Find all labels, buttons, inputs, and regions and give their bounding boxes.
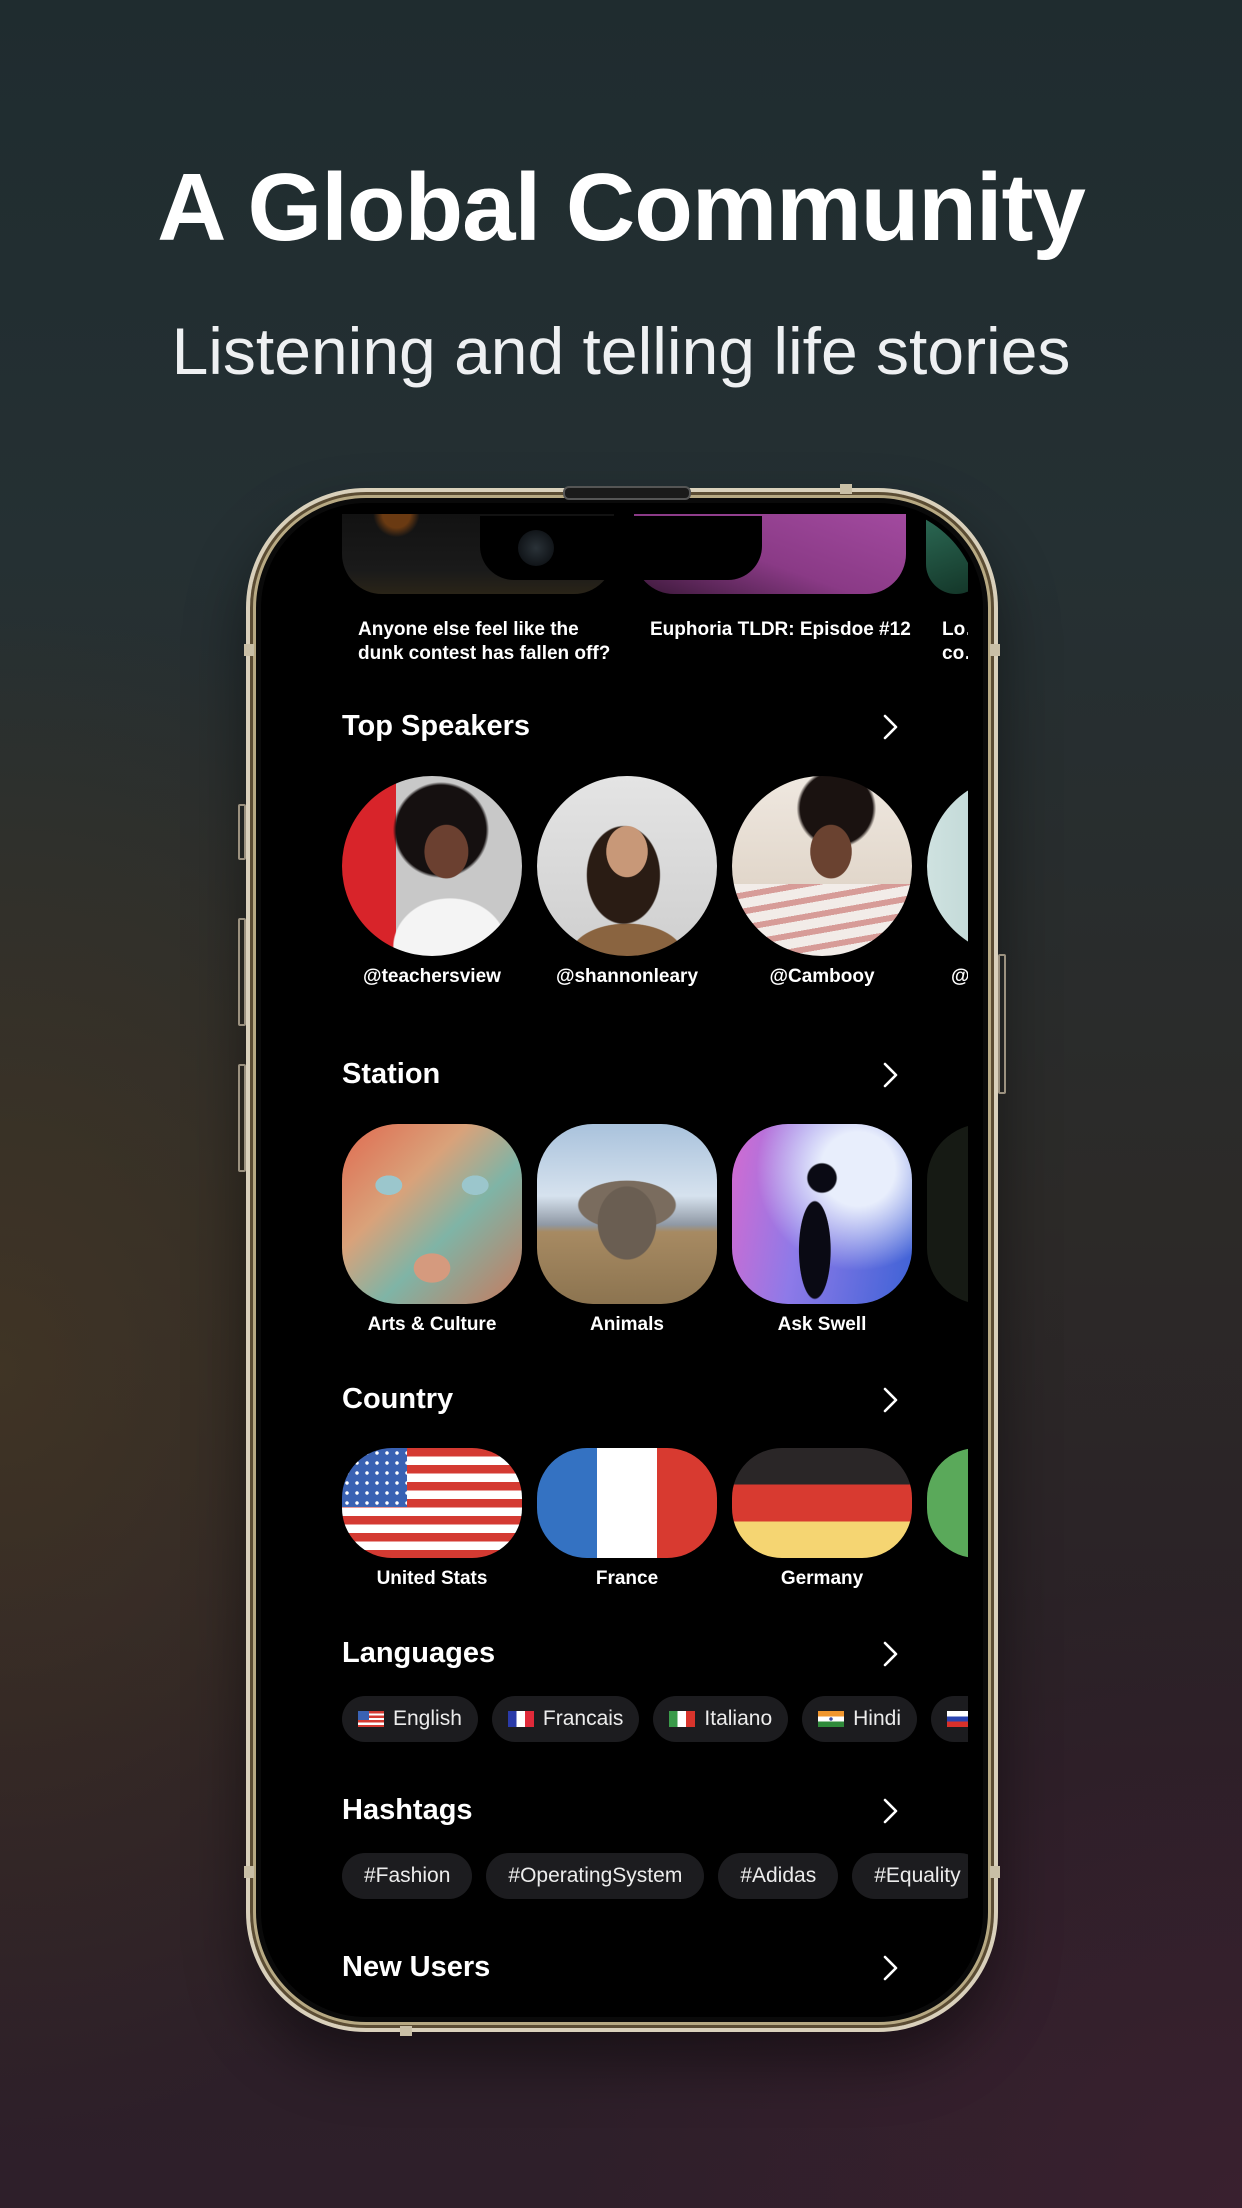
- avatar: [927, 776, 968, 956]
- italy-flag-icon: [669, 1711, 696, 1727]
- hashtag-chip[interactable]: #Fashion: [342, 1853, 473, 1899]
- section-title: Top Speakers: [342, 710, 531, 742]
- station-card[interactable]: [927, 1124, 968, 1314]
- story-title: Lo… co…: [942, 619, 968, 664]
- antenna-band: [990, 1866, 1000, 1878]
- story-title: Euphoria TLDR: Episdoe #12: [650, 619, 911, 640]
- hashtag-chip[interactable]: #OperatingSystem: [486, 1853, 705, 1899]
- station-carousel[interactable]: Arts & Culture Animals Ask Swell: [342, 1124, 968, 1344]
- germany-flag-icon: [732, 1448, 912, 1558]
- speakers-carousel[interactable]: @teachersview @shannonleary @Cambooy @: [342, 776, 968, 996]
- country-card[interactable]: Germany: [732, 1448, 912, 1590]
- station-label: Animals: [590, 1314, 664, 1335]
- avatar: [537, 776, 717, 956]
- country-label: United Stats: [376, 1568, 488, 1589]
- antenna-band: [244, 1866, 254, 1878]
- speaker-handle: @: [951, 966, 968, 987]
- volume-up-button: [238, 918, 246, 1026]
- speaker-handle: @shannonleary: [555, 966, 699, 987]
- speaker-card[interactable]: @: [927, 776, 968, 988]
- language-chip[interactable]: Hindi: [802, 1696, 917, 1742]
- story-title: Anyone else feel like the dunk contest h…: [358, 619, 611, 664]
- phone-frame: Anyone else feel like the dunk contest h…: [238, 484, 1006, 2036]
- language-chip[interactable]: Francais: [491, 1696, 640, 1742]
- speaker-card[interactable]: @shannonleary: [537, 776, 717, 988]
- us-flag-icon: [358, 1711, 384, 1727]
- antenna-band: [840, 484, 852, 494]
- country-card[interactable]: France: [537, 1448, 717, 1590]
- section-header-hashtags[interactable]: Hashtags: [342, 1790, 902, 1830]
- power-button: [998, 954, 1006, 1094]
- hero-subtitle: Listening and telling life stories: [171, 314, 1071, 388]
- section-header-languages[interactable]: Languages: [342, 1633, 902, 1673]
- section-header-station[interactable]: Station: [342, 1054, 902, 1094]
- languages-chip-row[interactable]: English Francais Italiano Hindi R: [342, 1696, 968, 1746]
- chevron-right-icon[interactable]: [880, 1062, 902, 1088]
- antenna-band: [400, 2026, 412, 2036]
- story-card[interactable]: Lo… co…: [926, 514, 968, 694]
- language-label: Francais: [542, 1707, 624, 1730]
- country-card[interactable]: [927, 1448, 968, 1568]
- station-image: [537, 1124, 717, 1304]
- language-label: Italiano: [704, 1707, 773, 1730]
- avatar: [732, 776, 912, 956]
- country-label: Germany: [780, 1568, 864, 1589]
- speaker-grill: [563, 486, 691, 500]
- india-flag-icon: [818, 1711, 845, 1727]
- language-chip[interactable]: R: [931, 1696, 968, 1742]
- chevron-right-icon[interactable]: [880, 1955, 902, 1981]
- hero-title: A Global Community: [157, 154, 1086, 261]
- language-label: English: [393, 1707, 462, 1730]
- section-header-top-speakers[interactable]: Top Speakers: [342, 706, 902, 746]
- section-header-new-users[interactable]: New Users: [342, 1947, 902, 1987]
- section-title: New Users: [342, 1951, 491, 1983]
- hashtag-chip[interactable]: #Adidas: [718, 1853, 839, 1899]
- station-image: [732, 1124, 912, 1304]
- hashtags-chip-row[interactable]: #Fashion #OperatingSystem #Adidas #Equality: [342, 1853, 968, 1903]
- station-card[interactable]: Arts & Culture: [342, 1124, 522, 1336]
- app-screen: Anyone else feel like the dunk contest h…: [264, 506, 980, 2014]
- action-button: [238, 804, 246, 860]
- country-flag-icon: [927, 1448, 968, 1558]
- chevron-right-icon[interactable]: [880, 714, 902, 740]
- country-card[interactable]: United Stats: [342, 1448, 522, 1590]
- section-title: Languages: [342, 1637, 496, 1669]
- section-header-country[interactable]: Country: [342, 1379, 902, 1419]
- story-thumbnail: [926, 514, 968, 594]
- language-chip[interactable]: Italiano: [653, 1696, 789, 1742]
- station-card[interactable]: Animals: [537, 1124, 717, 1336]
- station-image: [927, 1124, 968, 1304]
- station-label: Arts & Culture: [367, 1314, 497, 1335]
- flag-stars: [342, 1448, 407, 1507]
- country-label: France: [595, 1568, 659, 1589]
- avatar: [342, 776, 522, 956]
- antenna-band: [990, 644, 1000, 656]
- section-title: Country: [342, 1383, 454, 1415]
- chevron-right-icon[interactable]: [880, 1387, 902, 1413]
- station-card[interactable]: Ask Swell: [732, 1124, 912, 1336]
- front-camera: [518, 530, 554, 566]
- section-title: Station: [342, 1058, 441, 1090]
- speaker-handle: @Cambooy: [769, 966, 875, 987]
- chevron-right-icon[interactable]: [880, 1798, 902, 1824]
- station-label: Ask Swell: [777, 1314, 867, 1335]
- russia-flag-icon: [947, 1711, 968, 1727]
- country-carousel[interactable]: United Stats France Germany: [342, 1448, 968, 1608]
- speaker-card[interactable]: @teachersview: [342, 776, 522, 988]
- volume-down-button: [238, 1064, 246, 1172]
- hashtag-chip[interactable]: #Equality: [852, 1853, 968, 1899]
- section-title: Hashtags: [342, 1794, 473, 1826]
- station-image: [342, 1124, 522, 1304]
- chevron-right-icon[interactable]: [880, 1641, 902, 1667]
- language-chip[interactable]: English: [342, 1696, 478, 1742]
- france-flag-icon: [537, 1448, 717, 1558]
- speaker-card[interactable]: @Cambooy: [732, 776, 912, 988]
- language-label: Hindi: [853, 1707, 901, 1730]
- france-flag-icon: [507, 1711, 534, 1727]
- antenna-band: [244, 644, 254, 656]
- speaker-handle: @teachersview: [363, 966, 501, 987]
- us-flag-icon: [342, 1448, 522, 1558]
